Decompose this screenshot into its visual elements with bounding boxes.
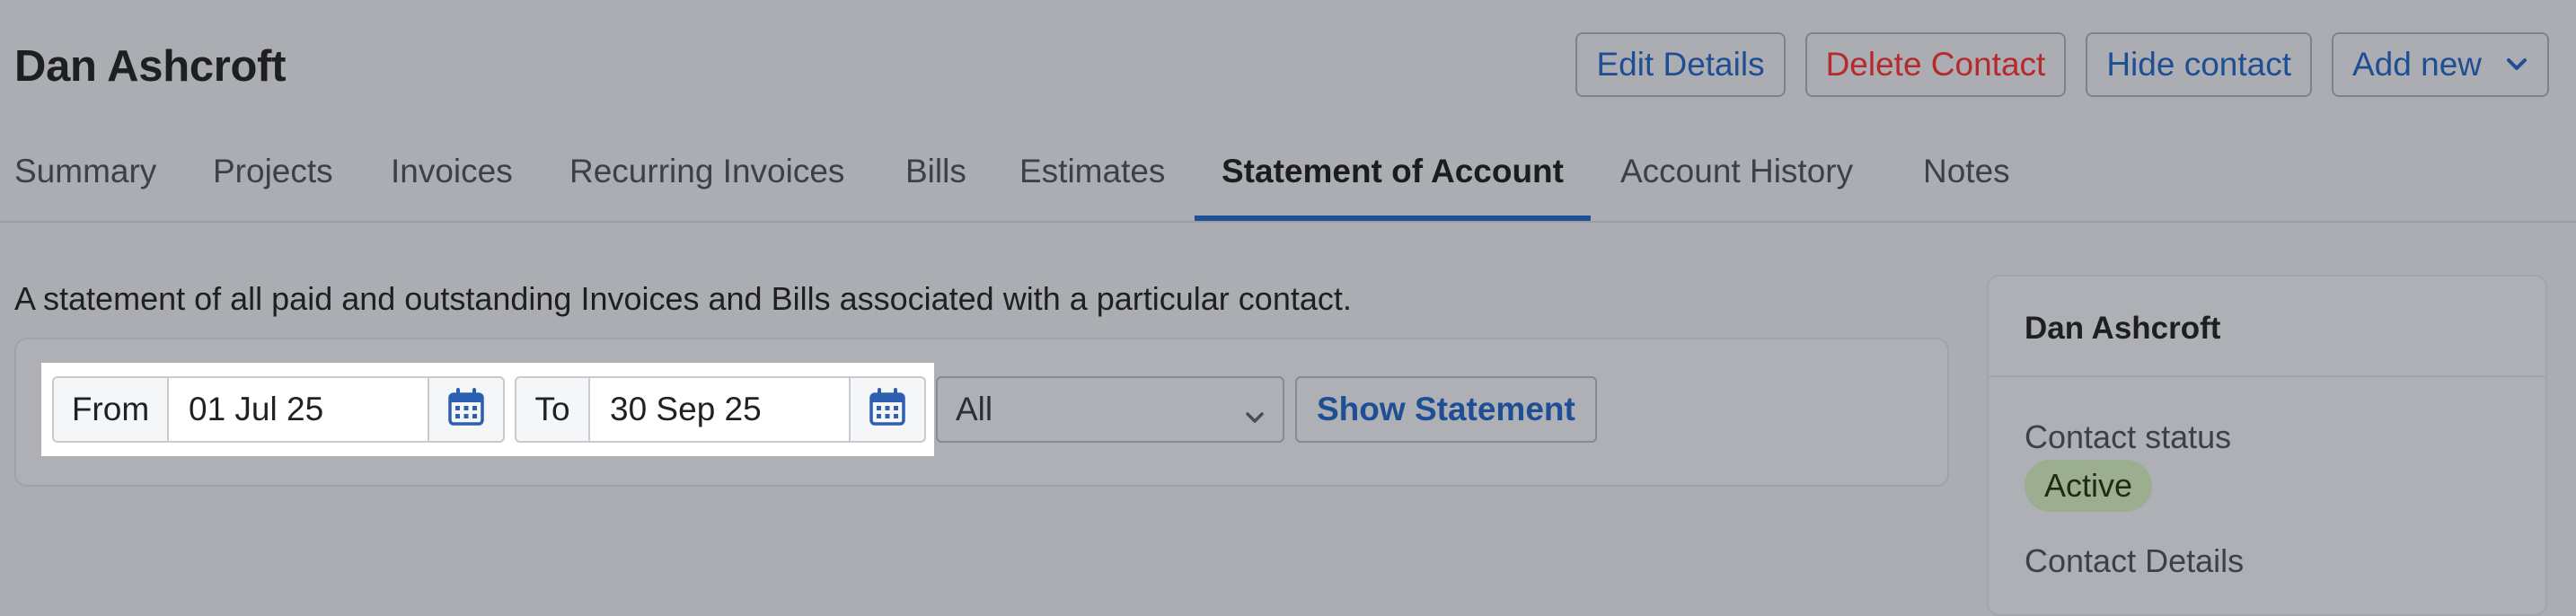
from-label: From [52, 376, 169, 443]
hide-contact-button[interactable]: Hide contact [2086, 32, 2312, 97]
to-label: To [515, 376, 590, 443]
tab-statement-of-account[interactable]: Statement of Account [1195, 135, 1591, 221]
tab-bar: Summary Projects Invoices Recurring Invo… [0, 135, 2576, 223]
contact-status-label: Contact status [2025, 418, 2232, 455]
from-calendar-button[interactable] [428, 376, 505, 443]
tab-estimates[interactable]: Estimates [1019, 135, 1165, 221]
statement-type-value: All [956, 391, 993, 427]
tab-notes[interactable]: Notes [1923, 135, 2010, 221]
chevron-down-icon [1243, 400, 1266, 437]
contact-card: Dan Ashcroft Contact status Active Conta… [1987, 275, 2547, 616]
from-date-input[interactable] [169, 376, 428, 443]
contact-card-title: Dan Ashcroft [1989, 277, 2545, 377]
tab-recurring-invoices[interactable]: Recurring Invoices [569, 135, 844, 221]
status-badge: Active [2025, 460, 2153, 512]
add-new-button[interactable]: Add new [2332, 32, 2549, 97]
chevron-down-icon [2505, 57, 2528, 73]
tab-account-history[interactable]: Account History [1620, 135, 1853, 221]
tab-summary[interactable]: Summary [14, 135, 156, 221]
tab-projects[interactable]: Projects [213, 135, 333, 221]
edit-details-button[interactable]: Edit Details [1575, 32, 1786, 97]
to-date-input[interactable] [590, 376, 849, 443]
show-statement-button[interactable]: Show Statement [1295, 376, 1597, 443]
to-date-group: To [515, 376, 926, 443]
statement-description: A statement of all paid and outstanding … [14, 280, 1352, 317]
contact-details-label: Contact Details [2025, 542, 2245, 579]
delete-contact-button[interactable]: Delete Contact [1804, 32, 2067, 97]
calendar-icon [868, 387, 907, 432]
header-actions: Edit Details Delete Contact Hide contact… [1575, 32, 2549, 97]
tab-invoices[interactable]: Invoices [391, 135, 513, 221]
calendar-icon [446, 387, 486, 432]
to-calendar-button[interactable] [849, 376, 926, 443]
statement-type-select[interactable]: All [936, 376, 1284, 443]
page-title: Dan Ashcroft [14, 42, 287, 91]
add-new-label: Add new [2352, 46, 2482, 83]
from-date-group: From [52, 376, 505, 443]
tab-bills[interactable]: Bills [905, 135, 966, 221]
